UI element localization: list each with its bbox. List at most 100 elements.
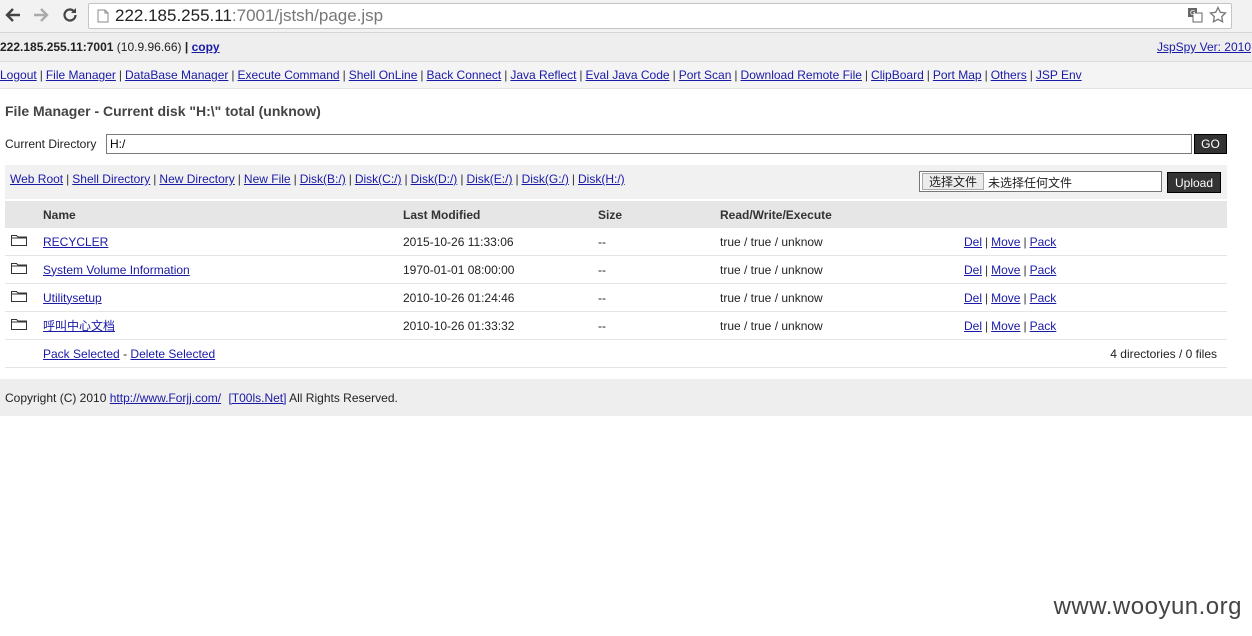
folder-icon [11, 290, 27, 305]
back-arrow-icon[interactable] [2, 4, 24, 26]
action-separator: | [1023, 262, 1027, 277]
watermark: www.wooyun.org [1053, 593, 1242, 620]
move-link[interactable]: Move [991, 319, 1020, 333]
del-link[interactable]: Del [964, 291, 982, 305]
menu-item-eval-java-code[interactable]: Eval Java Code [586, 68, 670, 82]
menu-item-port-map[interactable]: Port Map [933, 68, 982, 82]
disk-link-disk-h[interactable]: Disk(H:/) [578, 172, 625, 186]
translate-icon[interactable]: G [1187, 7, 1203, 26]
main-menu: Logout | File Manager | DataBase Manager | Exe… [0, 62, 1252, 89]
link-separator: | [460, 172, 464, 186]
footer-dash: - [123, 346, 128, 361]
disk-bar: Web Root | Shell Directory | New Directory | N… [5, 165, 1227, 199]
folder-name-link[interactable]: 呼叫中心文档 [43, 319, 115, 333]
action-separator: | [1023, 234, 1027, 249]
del-link[interactable]: Del [964, 235, 982, 249]
pack-selected-link[interactable]: Pack Selected [43, 347, 120, 361]
menu-item-database-manager[interactable]: DataBase Manager [125, 68, 228, 82]
size-cell: -- [598, 228, 720, 256]
version-link[interactable]: JspSpy Ver: 2010 [1157, 40, 1251, 54]
row-actions: Del | Move | Pack [964, 311, 1227, 340]
folder-name-link[interactable]: Utilitysetup [43, 291, 102, 305]
menu-item-clipboard[interactable]: ClipBoard [871, 68, 924, 82]
rwx-cell: true / true / unknow [720, 311, 964, 340]
server-ip: (10.9.96.66) [116, 40, 182, 54]
copyright-bar: Copyright (C) 2010 http://www.Forjj.com/… [0, 379, 1252, 416]
menu-separator: | [231, 68, 235, 82]
current-directory-input[interactable] [106, 134, 1192, 154]
upload-button[interactable]: Upload [1167, 172, 1221, 193]
link-separator: | [515, 172, 519, 186]
pack-link[interactable]: Pack [1030, 291, 1057, 305]
menu-separator: | [926, 68, 930, 82]
del-link[interactable]: Del [964, 263, 982, 277]
rwx-cell: true / true / unknow [720, 283, 964, 312]
menu-item-port-scan[interactable]: Port Scan [679, 68, 732, 82]
url-text: 222.185.255.11:7001/jstsh/page.jsp [115, 6, 384, 25]
page-title: File Manager - Current disk "H:\" total … [5, 103, 321, 119]
menu-item-file-manager[interactable]: File Manager [46, 68, 116, 82]
disk-link-disk-e[interactable]: Disk(E:/) [466, 172, 512, 186]
reload-icon[interactable] [59, 4, 81, 26]
menu-item-download-remote-file[interactable]: Download Remote File [741, 68, 862, 82]
menu-item-jsp-env[interactable]: JSP Env [1036, 68, 1082, 82]
menu-item-back-connect[interactable]: Back Connect [427, 68, 502, 82]
folder-icon [11, 318, 27, 333]
forward-arrow-icon[interactable] [30, 4, 52, 26]
menu-separator: | [864, 68, 869, 82]
action-separator: | [1023, 318, 1027, 333]
pack-link[interactable]: Pack [1030, 235, 1057, 249]
size-cell: -- [598, 283, 720, 312]
menu-item-execute-command[interactable]: Execute Command [238, 68, 340, 82]
menu-item-logout[interactable]: Logout [0, 68, 37, 82]
disk-link-shell-directory[interactable]: Shell Directory [72, 172, 150, 186]
link-separator: | [293, 172, 297, 186]
table-row: 呼叫中心文档 2010-10-26 01:33:32 -- true / true /… [5, 311, 1227, 340]
delete-selected-link[interactable]: Delete Selected [130, 347, 215, 361]
last-modified-cell: 2010-10-26 01:33:32 [403, 311, 598, 340]
copy-link[interactable]: copy [192, 40, 220, 54]
menu-separator: | [1029, 68, 1033, 82]
menu-item-shell-online[interactable]: Shell OnLine [349, 68, 418, 82]
folder-icon [11, 234, 27, 249]
menu-separator: | [504, 68, 508, 82]
disk-link-new-directory[interactable]: New Directory [159, 172, 234, 186]
disk-link-disk-d[interactable]: Disk(D:/) [411, 172, 458, 186]
last-modified-cell: 1970-01-01 08:00:00 [403, 255, 598, 284]
menu-separator: | [734, 68, 738, 82]
header-rwx: Read/Write/Execute [720, 201, 964, 228]
current-directory-label: Current Directory [5, 137, 97, 151]
move-link[interactable]: Move [991, 263, 1020, 277]
pack-link[interactable]: Pack [1030, 263, 1057, 277]
go-button[interactable]: GO [1194, 134, 1227, 154]
folder-name-link[interactable]: RECYCLER [43, 235, 108, 249]
site-link[interactable]: http://www.Forjj.com/ [110, 391, 221, 405]
star-icon[interactable] [1209, 5, 1227, 27]
folder-name-link[interactable]: System Volume Information [43, 263, 190, 277]
table-row: System Volume Information 1970-01-01 08:0… [5, 255, 1227, 284]
link-separator: | [348, 172, 352, 186]
menu-item-java-reflect[interactable]: Java Reflect [510, 68, 576, 82]
link-separator: | [571, 172, 576, 186]
disk-link-web-root[interactable]: Web Root [10, 172, 63, 186]
rwx-cell: true / true / unknow [720, 228, 964, 256]
action-separator: | [985, 262, 989, 277]
file-chooser[interactable]: 选择文件 未选择任何文件 [919, 171, 1162, 192]
menu-item-others[interactable]: Others [991, 68, 1027, 82]
address-bar[interactable]: 222.185.255.11:7001/jstsh/page.jsp G [88, 3, 1232, 29]
no-file-chosen-label: 未选择任何文件 [988, 176, 1073, 190]
move-link[interactable]: Move [991, 235, 1020, 249]
disk-link-disk-g[interactable]: Disk(G:/) [522, 172, 569, 186]
team-link[interactable]: [T00ls.Net] [228, 391, 286, 405]
del-link[interactable]: Del [964, 319, 982, 333]
pack-link[interactable]: Pack [1030, 319, 1057, 333]
disk-link-disk-b[interactable]: Disk(B:/) [300, 172, 346, 186]
choose-file-button[interactable]: 选择文件 [922, 173, 985, 190]
menu-separator: | [579, 68, 583, 82]
move-link[interactable]: Move [991, 291, 1020, 305]
row-actions: Del | Move | Pack [964, 228, 1227, 256]
disk-link-new-file[interactable]: New File [244, 172, 291, 186]
header-name: Name [43, 201, 403, 228]
folder-icon [11, 262, 27, 277]
disk-link-disk-c[interactable]: Disk(C:/) [355, 172, 402, 186]
